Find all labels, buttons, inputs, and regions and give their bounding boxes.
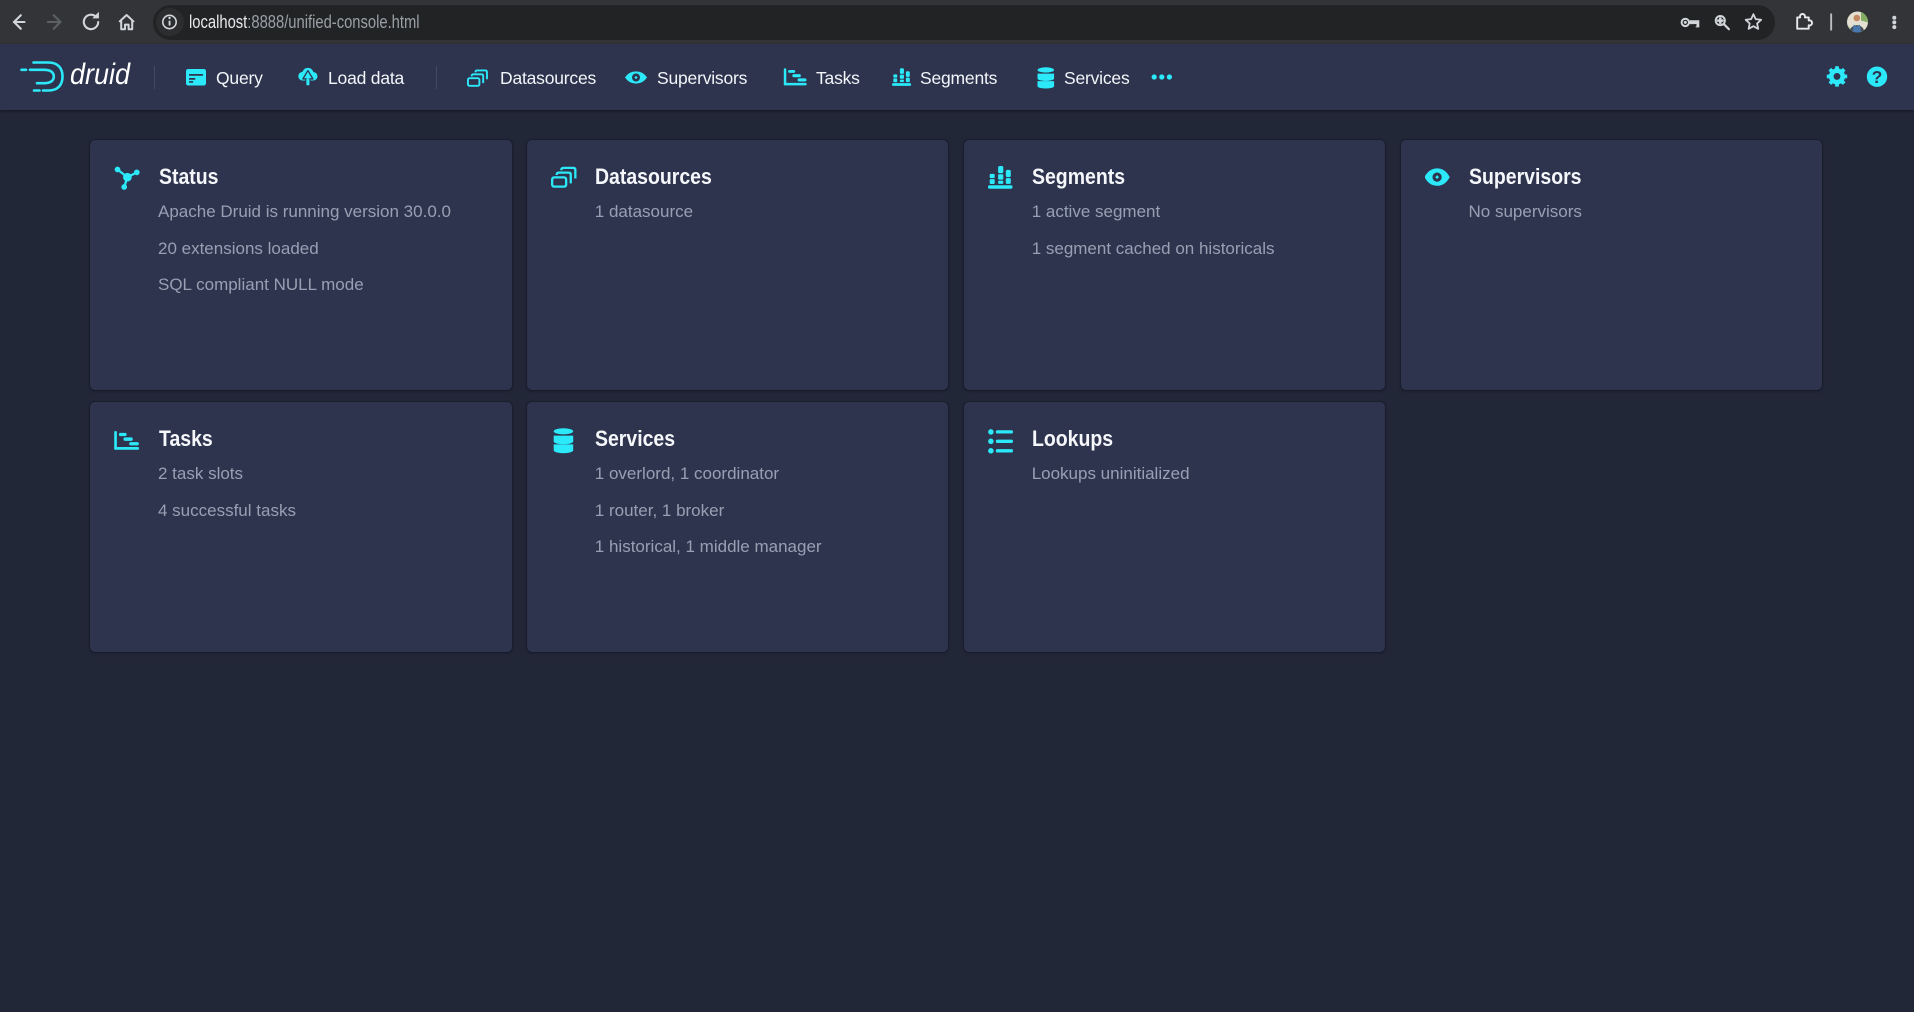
svg-text:?: ? — [1872, 67, 1883, 87]
